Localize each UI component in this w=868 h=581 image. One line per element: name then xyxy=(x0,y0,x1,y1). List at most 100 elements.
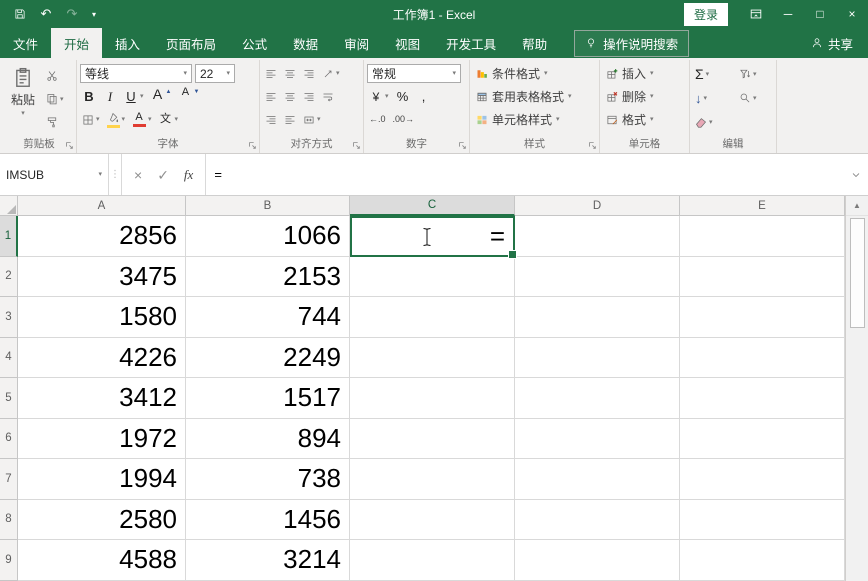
cell-E9[interactable] xyxy=(680,540,845,581)
paste-button[interactable]: 粘贴 ▾ xyxy=(5,62,41,132)
cell-B9[interactable]: 3214 xyxy=(186,540,350,581)
cell-E4[interactable] xyxy=(680,338,845,379)
column-header-D[interactable]: D xyxy=(515,196,680,216)
tab-data[interactable]: 数据 xyxy=(280,28,331,58)
cell-C4[interactable] xyxy=(350,338,515,379)
increase-font-size-button[interactable]: A▲ xyxy=(149,87,174,107)
wrap-text-button[interactable] xyxy=(320,87,336,107)
scrollbar-thumb[interactable] xyxy=(850,218,865,328)
cell-A2[interactable]: 3475 xyxy=(18,257,186,298)
cell-E1[interactable] xyxy=(680,216,845,257)
cell-A6[interactable]: 1972 xyxy=(18,419,186,460)
column-header-B[interactable]: B xyxy=(186,196,350,216)
cell-A7[interactable]: 1994 xyxy=(18,459,186,500)
row-header-4[interactable]: 4 xyxy=(0,338,18,379)
cell-C3[interactable] xyxy=(350,297,515,338)
share-button[interactable]: 共享 xyxy=(796,28,868,58)
vertical-scrollbar[interactable]: ▲ xyxy=(845,196,868,581)
delete-cells-button[interactable]: 删除 ▾ xyxy=(603,85,686,108)
fill-color-button[interactable]: ▾ xyxy=(105,110,128,130)
row-header-1[interactable]: 1 xyxy=(0,216,18,257)
column-header-C[interactable]: C xyxy=(350,196,515,216)
decrease-font-size-button[interactable]: A▼ xyxy=(176,87,201,107)
cell-B7[interactable]: 738 xyxy=(186,459,350,500)
align-center-button[interactable] xyxy=(282,87,298,107)
comma-style-button[interactable]: , xyxy=(415,87,433,107)
select-all-button[interactable] xyxy=(0,196,18,216)
cell-E2[interactable] xyxy=(680,257,845,298)
expand-formula-bar-button[interactable] xyxy=(844,154,868,195)
cell-A5[interactable]: 3412 xyxy=(18,378,186,419)
align-left-button[interactable] xyxy=(263,87,279,107)
ribbon-display-options-button[interactable] xyxy=(740,0,772,28)
cell-E8[interactable] xyxy=(680,500,845,541)
tab-developer[interactable]: 开发工具 xyxy=(433,28,509,58)
cell-C1-active[interactable]: = xyxy=(350,216,515,257)
cell-B6[interactable]: 894 xyxy=(186,419,350,460)
cell-C9[interactable] xyxy=(350,540,515,581)
undo-button[interactable]: ↶ xyxy=(36,3,56,25)
cell-D8[interactable] xyxy=(515,500,680,541)
cell-D3[interactable] xyxy=(515,297,680,338)
autosum-button[interactable]: Σ▾ xyxy=(693,64,737,84)
phonetic-guide-button[interactable]: 文▾ xyxy=(157,110,181,130)
tab-review[interactable]: 审阅 xyxy=(331,28,382,58)
cell-C5[interactable] xyxy=(350,378,515,419)
format-as-table-button[interactable]: 套用表格格式 ▾ xyxy=(473,85,596,108)
align-top-button[interactable] xyxy=(263,64,279,84)
cell-A3[interactable]: 1580 xyxy=(18,297,186,338)
bold-button[interactable]: B xyxy=(80,87,98,107)
align-right-button[interactable] xyxy=(301,87,317,107)
font-size-combo[interactable]: 22 ▾ xyxy=(195,64,235,83)
accounting-format-button[interactable]: ¥▾ xyxy=(367,87,391,107)
cell-B2[interactable]: 2153 xyxy=(186,257,350,298)
tab-page-layout[interactable]: 页面布局 xyxy=(153,28,229,58)
cell-D6[interactable] xyxy=(515,419,680,460)
login-button[interactable]: 登录 xyxy=(684,3,728,26)
cancel-button[interactable]: × xyxy=(134,168,142,182)
row-header-9[interactable]: 9 xyxy=(0,540,18,581)
tab-formulas[interactable]: 公式 xyxy=(229,28,280,58)
formula-input[interactable]: = xyxy=(206,154,844,195)
tab-view[interactable]: 视图 xyxy=(382,28,433,58)
align-bottom-button[interactable] xyxy=(301,64,317,84)
cell-A4[interactable]: 4226 xyxy=(18,338,186,379)
number-format-combo[interactable]: 常规 ▾ xyxy=(367,64,461,83)
cell-C2[interactable] xyxy=(350,257,515,298)
row-header-2[interactable]: 2 xyxy=(0,257,18,298)
cell-A8[interactable]: 2580 xyxy=(18,500,186,541)
increase-indent-button[interactable] xyxy=(282,110,298,130)
cell-E3[interactable] xyxy=(680,297,845,338)
clipboard-dialog-launcher[interactable] xyxy=(64,140,74,150)
sort-filter-button[interactable]: ▾ xyxy=(737,64,775,84)
cell-C8[interactable] xyxy=(350,500,515,541)
tell-me-search[interactable]: 操作说明搜索 xyxy=(574,30,689,57)
orientation-button[interactable]: ▾ xyxy=(320,64,342,84)
cell-D7[interactable] xyxy=(515,459,680,500)
cell-D5[interactable] xyxy=(515,378,680,419)
copy-button[interactable]: ▾ xyxy=(44,89,66,109)
cell-A9[interactable]: 4588 xyxy=(18,540,186,581)
cell-B1[interactable]: 1066 xyxy=(186,216,350,257)
fill-handle[interactable] xyxy=(508,250,517,259)
enter-button[interactable]: ✓ xyxy=(157,168,169,182)
tab-file[interactable]: 文件 xyxy=(0,28,51,58)
column-header-E[interactable]: E xyxy=(680,196,845,216)
tab-home[interactable]: 开始 xyxy=(51,28,102,58)
column-header-A[interactable]: A xyxy=(18,196,186,216)
minimize-button[interactable]: ─ xyxy=(772,0,804,28)
decrease-indent-button[interactable] xyxy=(263,110,279,130)
customize-qat-button[interactable]: ▾ xyxy=(88,3,100,25)
cell-E5[interactable] xyxy=(680,378,845,419)
cell-C6[interactable] xyxy=(350,419,515,460)
cell-D4[interactable] xyxy=(515,338,680,379)
font-color-button[interactable]: A ▾ xyxy=(130,110,154,130)
cell-E6[interactable] xyxy=(680,419,845,460)
cell-B3[interactable]: 744 xyxy=(186,297,350,338)
save-button[interactable] xyxy=(10,3,30,25)
cell-C7[interactable] xyxy=(350,459,515,500)
cell-B8[interactable]: 1456 xyxy=(186,500,350,541)
tab-insert[interactable]: 插入 xyxy=(102,28,153,58)
row-header-5[interactable]: 5 xyxy=(0,378,18,419)
alignment-dialog-launcher[interactable] xyxy=(351,140,361,150)
